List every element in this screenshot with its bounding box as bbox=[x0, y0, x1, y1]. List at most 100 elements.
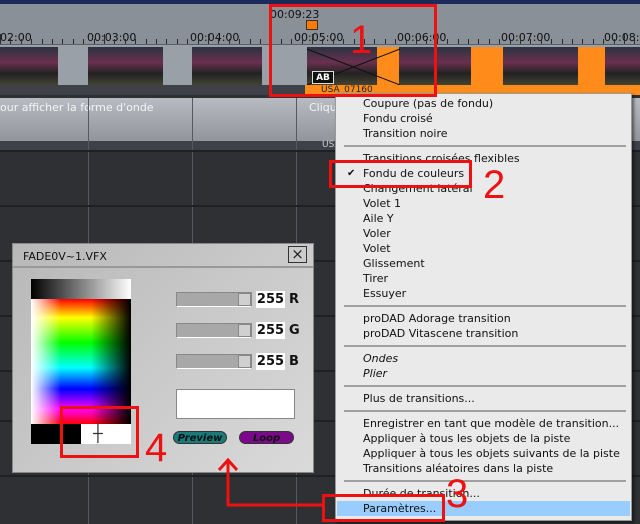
green-label: G bbox=[289, 323, 300, 338]
menu-item[interactable]: proDAD Adorage transition bbox=[337, 311, 630, 326]
close-icon[interactable]: × bbox=[288, 246, 307, 263]
ruler-tick bbox=[228, 39, 230, 44]
menu-item[interactable]: Glissement bbox=[337, 256, 630, 271]
menu-item-label: Plus de transitions... bbox=[363, 392, 475, 405]
clip-thumbnail bbox=[0, 47, 58, 85]
clip-thumbnail bbox=[605, 47, 640, 85]
menu-item-label: Plier bbox=[363, 367, 388, 380]
ruler-tick bbox=[0, 34, 1, 44]
menu-item-label: Coupure (pas de fondu) bbox=[363, 97, 494, 110]
menu-item-label: Ondes bbox=[363, 352, 399, 365]
ruler-tick bbox=[478, 39, 480, 44]
ruler-tick bbox=[145, 39, 147, 44]
grayscale-picker[interactable] bbox=[31, 279, 131, 299]
annotation-box-3 bbox=[322, 494, 445, 522]
ruler-tick bbox=[603, 39, 605, 44]
annotation-arrow-icon bbox=[217, 457, 322, 507]
ruler-tick bbox=[249, 39, 251, 44]
audio-waveform-hint: Cliqu bbox=[309, 101, 337, 114]
ruler-tick bbox=[624, 34, 625, 44]
ruler-tick bbox=[176, 39, 178, 44]
annotation-number: 3 bbox=[446, 472, 469, 516]
dialog-title: FADE0V~1.VFX bbox=[23, 250, 107, 263]
red-label: R bbox=[289, 292, 300, 307]
menu-item[interactable]: Transition noire bbox=[337, 126, 630, 141]
clip-thumbnail bbox=[192, 47, 262, 85]
ruler-tick bbox=[218, 39, 220, 44]
ruler-tick bbox=[10, 39, 12, 44]
menu-item[interactable]: Ondes bbox=[337, 351, 630, 366]
menu-item-label: Glissement bbox=[363, 257, 425, 270]
slider-knob[interactable] bbox=[238, 355, 251, 368]
ruler-tick bbox=[197, 39, 199, 44]
menu-item[interactable]: Plier bbox=[337, 366, 630, 381]
menu-item[interactable]: Transitions aléatoires dans la piste bbox=[337, 461, 630, 476]
red-slider[interactable] bbox=[176, 292, 252, 307]
menu-item[interactable]: Voler bbox=[337, 226, 630, 241]
preview-button[interactable]: Preview bbox=[173, 431, 227, 444]
menu-item[interactable]: Tirer bbox=[337, 271, 630, 286]
menu-item-label: Volet 1 bbox=[363, 197, 402, 210]
ruler-tick bbox=[520, 34, 521, 44]
menu-item[interactable]: Fondu croisé bbox=[337, 111, 630, 126]
clip-selected-fill bbox=[471, 47, 503, 85]
audio-waveform-hint: our afficher la forme d'onde bbox=[0, 101, 154, 114]
ruler-tick bbox=[551, 39, 553, 44]
ruler-tick bbox=[499, 39, 501, 44]
slider-knob[interactable] bbox=[238, 324, 251, 337]
menu-item-label: Appliquer à tous les objets de la piste bbox=[363, 432, 571, 445]
menu-item-label: proDAD Adorage transition bbox=[363, 312, 511, 325]
ruler-tick bbox=[83, 39, 85, 44]
menu-item[interactable]: Appliquer à tous les objets de la piste bbox=[337, 431, 630, 446]
blue-slider[interactable] bbox=[176, 354, 252, 369]
clip-thumbnail bbox=[503, 47, 578, 85]
ruler-tick bbox=[260, 39, 261, 44]
menu-item[interactable]: Volet bbox=[337, 241, 630, 256]
annotation-number: 1 bbox=[350, 18, 373, 62]
menu-item[interactable]: Appliquer à tous les objets suivants de … bbox=[337, 446, 630, 461]
loop-button[interactable]: Loop bbox=[239, 431, 294, 444]
ruler-tick bbox=[187, 39, 189, 44]
menu-item-label: Volet bbox=[363, 242, 391, 255]
slider-knob[interactable] bbox=[238, 293, 251, 306]
ruler-tick bbox=[72, 39, 74, 44]
green-slider[interactable] bbox=[176, 323, 252, 338]
clip-selected-fill bbox=[578, 47, 605, 85]
ruler-tick bbox=[41, 39, 43, 44]
ruler-tick bbox=[52, 39, 53, 44]
green-value[interactable]: 255 bbox=[256, 322, 285, 339]
menu-item[interactable]: proDAD Vitascene transition bbox=[337, 326, 630, 341]
menu-item[interactable]: Plus de transitions... bbox=[337, 391, 630, 406]
menu-item[interactable]: Essuyer bbox=[337, 286, 630, 301]
menu-item[interactable]: Coupure (pas de fondu) bbox=[337, 96, 630, 111]
ruler-tick bbox=[509, 39, 511, 44]
ruler-tick bbox=[104, 34, 105, 44]
ruler-tick bbox=[613, 39, 615, 44]
menu-item[interactable]: Enregistrer en tant que modèle de transi… bbox=[337, 416, 630, 431]
ruler-tick bbox=[488, 39, 490, 44]
ruler-tick bbox=[156, 39, 157, 44]
blue-label: B bbox=[289, 354, 299, 369]
annotation-box-2 bbox=[329, 160, 472, 188]
ruler-tick bbox=[457, 39, 459, 44]
ruler-tick bbox=[135, 39, 137, 44]
menu-item[interactable]: Aile Y bbox=[337, 211, 630, 226]
ruler-tick bbox=[166, 39, 168, 44]
ruler-tick bbox=[447, 39, 449, 44]
menu-item-label: Transition noire bbox=[363, 127, 448, 140]
ruler-tick bbox=[124, 39, 126, 44]
menu-item-label: Voler bbox=[363, 227, 391, 240]
blue-value[interactable]: 255 bbox=[256, 353, 285, 370]
ruler-tick bbox=[93, 39, 95, 44]
menu-item-label: Enregistrer en tant que modèle de transi… bbox=[363, 417, 620, 430]
ruler-tick bbox=[62, 39, 64, 44]
menu-item-label: Aile Y bbox=[363, 212, 394, 225]
color-preview-box bbox=[176, 389, 295, 419]
ruler-tick bbox=[31, 39, 33, 44]
menu-separator bbox=[344, 305, 626, 307]
transition-context-menu: Coupure (pas de fondu) Fondu croisé Transi… bbox=[335, 93, 632, 521]
red-value[interactable]: 255 bbox=[256, 291, 285, 308]
ruler-tick bbox=[239, 39, 241, 44]
menu-separator bbox=[344, 145, 626, 147]
menu-separator bbox=[344, 410, 626, 412]
